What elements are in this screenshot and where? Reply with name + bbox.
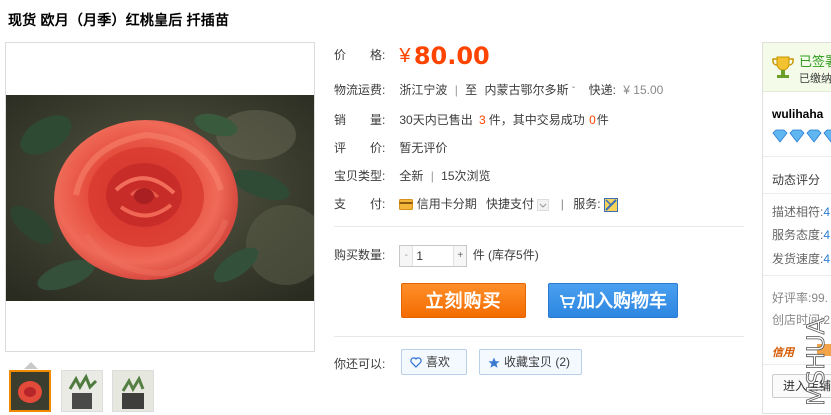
favorite-label: 收藏宝贝 (2) <box>504 355 571 369</box>
shipping-row: 物流运费: 浙江宁波 | 至 内蒙古鄂尔多斯 ˇ 快递: ¥ 15.00 <box>334 81 663 98</box>
shop-divider <box>763 275 831 276</box>
rating-label: 服务态度: <box>772 228 824 242</box>
seller-name[interactable]: wulihaha <box>772 107 823 121</box>
quantity-row: 购买数量: - 1 + 件 (库存5件) <box>334 244 539 267</box>
social-label: 你还可以: <box>334 357 386 371</box>
shipping-label: 物流运费: <box>334 83 386 97</box>
shipping-destination: 内蒙古鄂尔多斯 <box>484 83 569 97</box>
shipping-divider: | <box>454 83 458 97</box>
credit-installment-text: 信用卡分期 <box>416 197 477 211</box>
rose-photo <box>6 95 314 301</box>
payment-label: 支 付: <box>334 197 386 211</box>
quick-pay-text: 快捷支付 <box>486 197 535 211</box>
sales-text-before: 30天内已售出 <box>399 113 473 127</box>
add-to-cart-button[interactable]: 加入购物车 <box>548 283 678 318</box>
chevron-down-icon: ˇ <box>571 86 576 97</box>
type-row: 宝贝类型: 全新 | 15次浏览 <box>334 167 491 184</box>
star-icon <box>488 357 500 368</box>
quick-pay-link[interactable]: 快捷支付 <box>480 197 553 211</box>
rating-service: 服务态度:4 <box>772 226 830 243</box>
price-currency: ¥ <box>399 44 411 67</box>
add-to-cart-label: 加入购物车 <box>577 291 667 311</box>
product-title: 现货 欧月（月季）红桃皇后 扦插苗 <box>8 12 230 28</box>
seller-level-icons <box>772 129 831 146</box>
payment-row: 支 付: 信用卡分期 快捷支付 | 服务: <box>334 195 618 212</box>
express-fee: ¥ 15.00 <box>623 83 664 97</box>
section-divider <box>334 226 744 227</box>
credit-installment-link[interactable]: 信用卡分期 <box>399 197 480 211</box>
service-label: 服务: <box>573 197 601 211</box>
quantity-minus-button[interactable]: - <box>400 245 414 266</box>
watermark-text: MSHUA <box>802 317 830 406</box>
rating-title: 动态评分 <box>772 173 821 187</box>
price-label: 价 格: <box>334 48 386 62</box>
heart-icon <box>410 357 422 369</box>
price-value: 80.00 <box>413 41 490 70</box>
buy-now-button[interactable]: 立刻购买 <box>401 283 526 318</box>
thumbnail-1[interactable] <box>9 370 51 412</box>
section-divider <box>334 336 744 337</box>
sales-success-count: 0 <box>589 113 596 127</box>
shipping-destination-select[interactable]: 内蒙古鄂尔多斯 ˇ <box>481 83 579 97</box>
review-label: 评 价: <box>334 141 386 155</box>
like-label: 喜欢 <box>426 355 451 369</box>
sales-sold-count: 3 <box>479 113 486 127</box>
review-row: 评 价: 暂无评价 <box>334 139 447 156</box>
thumbnail-3[interactable] <box>112 370 154 412</box>
trophy-icon <box>772 56 794 78</box>
shop-divider <box>763 193 831 194</box>
rating-label: 描述相符: <box>772 205 824 219</box>
rating-description: 描述相符:4 <box>772 203 830 220</box>
thumb-indicator <box>24 362 38 369</box>
sales-row: 销 量: 30天内已售出 3 件，其中交易成功 0件 <box>334 111 609 128</box>
rating-label: 发货速度: <box>772 252 824 266</box>
quantity-label: 购买数量: <box>334 248 386 262</box>
type-views: 15次浏览 <box>441 169 491 183</box>
type-label: 宝贝类型: <box>334 169 386 183</box>
rating-value: 4 <box>823 205 831 219</box>
shop-divider <box>763 156 831 157</box>
quantity-plus-button[interactable]: + <box>453 245 467 266</box>
stock-text: 件 (库存5件) <box>472 248 539 262</box>
credit-label: 信用 <box>772 347 794 359</box>
sales-text-middle: 件，其中交易成功 <box>488 113 585 127</box>
credit-card-icon <box>399 199 414 211</box>
review-value[interactable]: 暂无评价 <box>399 141 447 155</box>
type-divider: | <box>430 169 434 183</box>
service-guarantee-icon[interactable] <box>603 197 618 212</box>
shop-signed-sub: 已缴纳 <box>799 73 831 85</box>
rating-value: 4 <box>823 252 831 266</box>
rating-shipping: 发货速度:4 <box>772 250 830 267</box>
cart-icon <box>560 295 575 309</box>
like-button[interactable]: 喜欢 <box>401 349 467 375</box>
quantity-input[interactable]: 1 <box>416 246 423 266</box>
dropdown-icon <box>537 198 550 211</box>
favorite-button[interactable]: 收藏宝贝 (2) <box>479 349 582 375</box>
shop-header: 已签署 已缴纳 <box>763 43 831 92</box>
rating-value: 4 <box>823 228 831 242</box>
main-product-image[interactable] <box>5 42 315 352</box>
sales-text-after: 件 <box>596 113 609 127</box>
express-label: 快递: <box>588 83 616 97</box>
sales-label: 销 量: <box>334 113 386 127</box>
quantity-stepper[interactable]: - 1 + <box>399 244 468 267</box>
shipping-to-prefix: 至 <box>465 83 478 97</box>
thumbnail-2[interactable] <box>61 370 103 412</box>
type-condition: 全新 <box>399 169 424 183</box>
price-row: 价 格: ¥ 80.00 <box>334 42 490 69</box>
shipping-from: 浙江宁波 <box>399 83 448 97</box>
shop-signed-title: 已签署 <box>799 54 831 69</box>
watermark: MSHUA <box>802 317 830 406</box>
